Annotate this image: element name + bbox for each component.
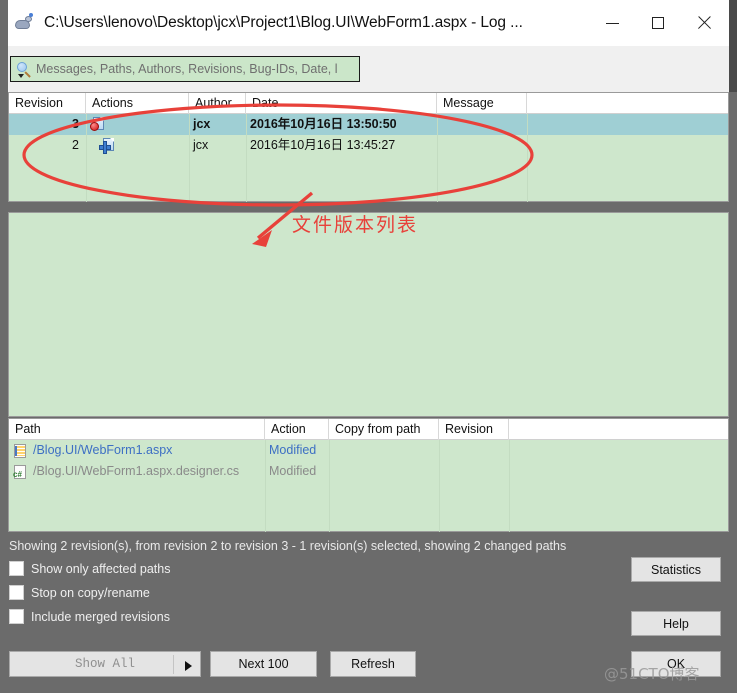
aspx-file-icon <box>13 443 28 459</box>
revision-grid-lines <box>9 114 728 202</box>
column-header-date[interactable]: Date <box>246 93 437 114</box>
column-header-action[interactable]: Action <box>265 419 329 440</box>
checkbox-box[interactable] <box>9 585 24 600</box>
tortoisesvn-icon <box>14 13 34 33</box>
window-controls <box>589 0 727 46</box>
checkbox-stop-on-copy-rename[interactable]: Stop on copy/rename <box>9 585 150 600</box>
checkbox-label: Show only affected paths <box>31 561 171 576</box>
column-header-revision[interactable]: Revision <box>9 93 86 114</box>
column-header-copy-from-path[interactable]: Copy from path <box>329 419 439 440</box>
close-icon[interactable] <box>681 0 727 46</box>
checkbox-show-only-affected-paths[interactable]: Show only affected paths <box>9 561 170 576</box>
checkbox-label: Stop on copy/rename <box>31 585 150 600</box>
search-placeholder: Messages, Paths, Authors, Revisions, Bug… <box>36 62 338 76</box>
changed-paths-list[interactable]: Path Action Copy from path Revision /Blo… <box>8 418 729 532</box>
revision-list[interactable]: Revision Actions Author Date Message 3 j… <box>8 92 729 202</box>
modified-icon <box>90 116 107 133</box>
column-header-path[interactable]: Path <box>9 419 265 440</box>
show-all-label: Show All <box>74 657 135 671</box>
column-header-actions[interactable]: Actions <box>86 93 189 114</box>
window-edge-right <box>729 0 737 46</box>
path-grid-lines <box>9 440 728 532</box>
window-edge-left <box>0 0 8 46</box>
checkbox-label: Include merged revisions <box>31 609 170 624</box>
column-header-spacer <box>509 419 728 440</box>
filter-bar: Messages, Paths, Authors, Revisions, Bug… <box>0 46 737 129</box>
status-text: Showing 2 revision(s), from revision 2 t… <box>9 539 567 553</box>
maximize-button[interactable] <box>635 0 681 46</box>
title-bar: C:\Users\lenovo\Desktop\jcx\Project1\Blo… <box>0 0 737 46</box>
column-header-author[interactable]: Author <box>189 93 246 114</box>
show-all-separator <box>173 655 174 674</box>
csharp-file-icon: c# <box>13 464 28 480</box>
next-100-button[interactable]: Next 100 <box>210 651 317 677</box>
column-header-path-revision[interactable]: Revision <box>439 419 509 440</box>
log-dialog-window: C:\Users\lenovo\Desktop\jcx\Project1\Blo… <box>0 0 737 693</box>
column-header-spacer <box>527 93 728 114</box>
filter-edge-right <box>729 46 737 92</box>
added-icon <box>99 137 117 154</box>
path-list-header: Path Action Copy from path Revision <box>9 419 728 440</box>
search-input[interactable]: Messages, Paths, Authors, Revisions, Bug… <box>10 56 360 82</box>
show-all-button[interactable]: Show All <box>9 651 201 677</box>
minimize-button[interactable] <box>589 0 635 46</box>
column-header-message[interactable]: Message <box>437 93 527 114</box>
refresh-button[interactable]: Refresh <box>330 651 416 677</box>
watermark: @51CTO博客 <box>604 665 700 683</box>
chevron-right-icon[interactable] <box>185 661 192 671</box>
annotation-label: 文件版本列表 <box>292 214 419 236</box>
checkbox-box[interactable] <box>9 609 24 624</box>
statistics-button[interactable]: Statistics <box>631 557 721 582</box>
help-button[interactable]: Help <box>631 611 721 636</box>
checkbox-box[interactable] <box>9 561 24 576</box>
search-icon <box>15 61 32 78</box>
commit-message-panel[interactable] <box>8 212 729 417</box>
filter-edge-left <box>0 46 8 92</box>
window-title: C:\Users\lenovo\Desktop\jcx\Project1\Blo… <box>44 14 523 31</box>
checkbox-include-merged-revisions[interactable]: Include merged revisions <box>9 609 170 624</box>
revision-list-header: Revision Actions Author Date Message <box>9 93 728 114</box>
